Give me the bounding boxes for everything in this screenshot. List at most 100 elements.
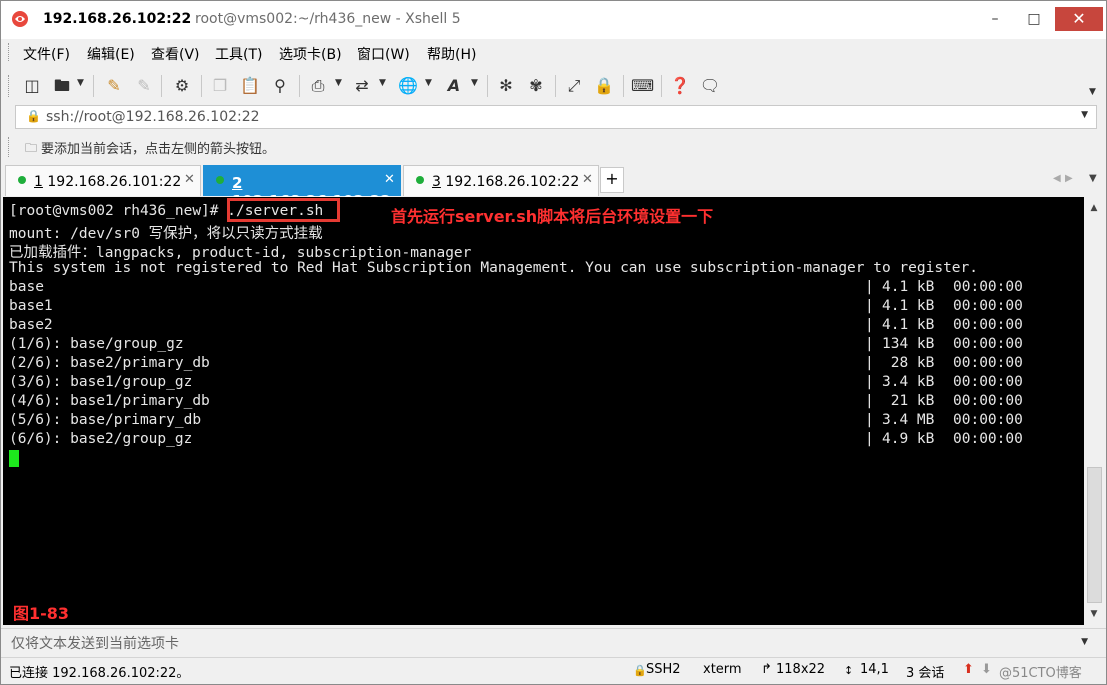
lock-icon: 🔒 xyxy=(26,109,41,123)
xshell-logo-icon xyxy=(12,11,28,27)
tab-session-1[interactable]: 1 192.168.26.101:22 ✕ xyxy=(5,165,201,196)
repo-sep: | xyxy=(865,374,883,390)
repo-time: 00:00:00 xyxy=(953,412,1023,428)
terminal-scrollbar[interactable]: ▲ ▼ xyxy=(1085,197,1103,625)
menu-edit[interactable]: 编辑(E) xyxy=(87,44,135,64)
lock-icon[interactable]: 🔒 xyxy=(593,75,615,97)
script-icon[interactable]: ✾ xyxy=(525,75,547,97)
terminal-size-status: 118x22 xyxy=(776,662,826,677)
paste-icon[interactable]: 📋 xyxy=(239,75,261,97)
tab-next-icon[interactable]: ▶ xyxy=(1065,173,1073,184)
repo-name: base1 xyxy=(9,298,53,314)
repo-size: 4.9 kB xyxy=(882,431,935,447)
repo-time: 00:00:00 xyxy=(953,279,1023,295)
repo-size: 3.4 kB xyxy=(882,374,935,390)
window-title-host: 192.168.26.102:22 xyxy=(43,11,192,27)
address-dropdown-icon[interactable]: ▼ xyxy=(1081,110,1088,120)
keyboard-icon[interactable]: ⌨ xyxy=(631,75,654,97)
repo-sep: | xyxy=(865,336,883,352)
repo-size: 4.1 kB xyxy=(882,279,935,295)
transfer-dropdown-icon[interactable]: ▼ xyxy=(379,78,386,88)
address-bar[interactable]: 🔒 ssh://root@192.168.26.102:22 ▼ xyxy=(15,105,1097,129)
toolbar-separator xyxy=(201,75,202,97)
terminal-cursor xyxy=(9,450,19,467)
print-dropdown-icon[interactable]: ▼ xyxy=(335,78,342,88)
toolbar-separator xyxy=(161,75,162,97)
session-count-status: 3 会话 xyxy=(906,666,945,681)
disconnect-icon[interactable]: ✎ xyxy=(133,75,155,97)
prompt: [root@vms002 rh436_new]# xyxy=(9,203,228,219)
repo-size: 3.4 MB xyxy=(882,412,935,428)
menu-grip xyxy=(8,43,11,61)
minimize-button[interactable]: – xyxy=(977,7,1013,31)
chat-icon[interactable]: 🗨 xyxy=(699,75,721,97)
toolbar-separator xyxy=(299,75,300,97)
close-button[interactable]: ✕ xyxy=(1055,7,1103,31)
repo-time: 00:00:00 xyxy=(953,298,1023,314)
transfer-icon[interactable]: ⇄ xyxy=(351,75,373,97)
tab-session-3[interactable]: 3 192.168.26.102:22 ✕ xyxy=(403,165,599,196)
font-icon[interactable]: A xyxy=(443,75,465,97)
command-highlight-box xyxy=(227,198,340,222)
menu-tabs[interactable]: 选项卡(B) xyxy=(279,44,342,64)
open-dropdown-icon[interactable]: ▼ xyxy=(77,78,84,88)
repo-size: 134 kB xyxy=(882,336,935,352)
menu-file[interactable]: 文件(F) xyxy=(23,44,70,64)
help-icon[interactable]: ❓ xyxy=(669,75,691,97)
repo-time: 00:00:00 xyxy=(953,431,1023,447)
terminal-screen[interactable]: [root@vms002 rh436_new]# ./server.sh 首先运… xyxy=(3,197,1084,625)
menu-window[interactable]: 窗口(W) xyxy=(357,44,410,64)
fullscreen-icon[interactable]: ⤢ xyxy=(563,75,585,97)
connect-icon[interactable]: ✎ xyxy=(103,75,125,97)
tab-close-icon[interactable]: ✕ xyxy=(184,172,195,187)
repo-size: 28 kB xyxy=(882,355,935,371)
globe-dropdown-icon[interactable]: ▼ xyxy=(425,78,432,88)
compose-dropdown-icon[interactable]: ▼ xyxy=(1081,637,1088,647)
lock-icon: 🔒 xyxy=(633,664,647,677)
font-dropdown-icon[interactable]: ▼ xyxy=(471,78,478,88)
status-bar: 已连接 192.168.26.102:22。 🔒 SSH2 xterm ↱ 11… xyxy=(1,657,1106,684)
toolbar-separator xyxy=(487,75,488,97)
copy-icon[interactable]: ❐ xyxy=(209,75,231,97)
globe-icon[interactable]: 🌐 xyxy=(397,75,419,97)
toolbar-grip xyxy=(8,75,11,97)
position-icon: ↕ xyxy=(844,664,854,677)
toolbar-separator xyxy=(661,75,662,97)
scroll-up-icon[interactable]: ▲ xyxy=(1085,199,1103,217)
tab-list-icon[interactable]: ▼ xyxy=(1089,173,1097,184)
tab-close-icon[interactable]: ✕ xyxy=(384,172,395,187)
session-icon[interactable]: 🗀 xyxy=(25,139,37,160)
tab-prev-icon[interactable]: ◀ xyxy=(1053,173,1061,184)
repo-name: base xyxy=(9,279,44,295)
maximize-button[interactable]: □ xyxy=(1016,7,1052,31)
scroll-thumb[interactable] xyxy=(1087,467,1102,603)
window-title: root@vms002:~/rh436_new - Xshell 5 xyxy=(195,11,461,27)
toolbar-separator xyxy=(93,75,94,97)
toolbar-overflow-icon[interactable]: ▼ xyxy=(1089,87,1096,97)
repo-time: 00:00:00 xyxy=(953,317,1023,333)
properties-icon[interactable]: ⚙ xyxy=(171,75,193,97)
xftp-icon[interactable]: ✻ xyxy=(495,75,517,97)
scroll-down-icon[interactable]: ▼ xyxy=(1085,605,1103,623)
menu-tools[interactable]: 工具(T) xyxy=(215,44,262,64)
toolbar-separator xyxy=(555,75,556,97)
print-icon[interactable]: ⎙ xyxy=(307,75,329,97)
hint-text: 要添加当前会话，点击左侧的箭头按钮。 xyxy=(41,142,276,157)
open-folder-icon[interactable]: 🖿 xyxy=(51,75,73,97)
menu-view[interactable]: 查看(V) xyxy=(151,44,200,64)
compose-input[interactable]: 仅将文本发送到当前选项卡 xyxy=(11,633,179,653)
menu-help[interactable]: 帮助(H) xyxy=(427,44,476,64)
repo-time: 00:00:00 xyxy=(953,355,1023,371)
new-tab-button[interactable]: + xyxy=(600,167,624,193)
new-session-icon[interactable]: ◫ xyxy=(21,75,43,97)
tab-bar: 1 192.168.26.101:22 ✕ 2 192.168.26.102:2… xyxy=(1,163,1106,210)
xshell-window: 192.168.26.102:22 root@vms002:~/rh436_ne… xyxy=(0,0,1107,685)
repo-size: 4.1 kB xyxy=(882,317,935,333)
compose-bar[interactable]: 仅将文本发送到当前选项卡 ▼ xyxy=(1,628,1106,655)
connected-dot-icon xyxy=(216,176,224,184)
address-input[interactable]: ssh://root@192.168.26.102:22 xyxy=(46,109,260,125)
tab-close-icon[interactable]: ✕ xyxy=(582,172,593,187)
annotation-text: 首先运行server.sh脚本将后台环境设置一下 xyxy=(391,207,714,226)
find-icon[interactable]: ⚲ xyxy=(269,75,291,97)
tab-session-2[interactable]: 2 192.168.26.102:22 ✕ xyxy=(203,165,401,210)
